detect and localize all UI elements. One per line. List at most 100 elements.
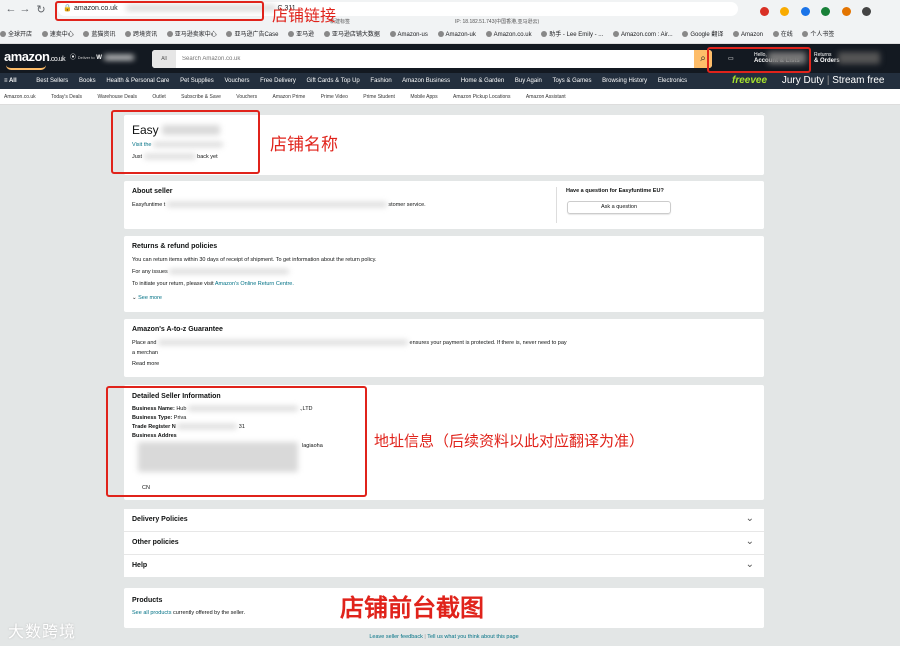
subnav-item[interactable]: Vouchers [236,94,257,100]
bookmark[interactable]: Amazon.co.uk [486,28,532,42]
extension-icon[interactable] [800,7,810,16]
bookmark[interactable]: Amazon-us [390,28,428,42]
chevron-down-icon: ⌄ [745,536,754,547]
nav-item[interactable]: Books [79,78,96,84]
bookmark[interactable]: 全球开店 [0,28,32,42]
deliver-redacted [103,55,134,60]
see-more-link: See more [138,295,162,301]
back-icon[interactable]: ← [4,3,18,15]
subnav-item[interactable]: Today's Deals [51,94,82,100]
bookmark[interactable]: Amazon-uk [438,28,476,42]
products-title: Products [132,597,163,604]
reload-icon[interactable]: ↻ [34,3,48,16]
bookmark[interactable]: 在线 [773,28,793,42]
divider [556,187,557,223]
see-all-products-link[interactable]: See all products [132,610,171,616]
nav-item[interactable]: Toys & Games [552,78,591,84]
subnav-item[interactable]: Warehouse Deals [97,94,137,100]
returns-orders[interactable]: Returns & Orders [814,52,840,64]
subnav-item[interactable]: Amazon Assistant [526,94,566,100]
bookmark[interactable]: 亚马逊广告Case [226,28,278,42]
nav-item[interactable]: Home & Garden [461,78,504,84]
nav-item[interactable]: Best Sellers [36,78,68,84]
bookmark[interactable]: 跨境资讯 [125,28,157,42]
logo-text: amazon [4,49,50,64]
subnav-item[interactable]: Subscribe & Save [181,94,221,100]
freevee-promo[interactable]: freevee Jury Duty | Stream free [732,73,884,89]
deliver-to[interactable]: ⦿ Deliver to W [70,52,134,61]
watermark: 大数跨境 [8,622,77,641]
nav-item[interactable]: Electronics [658,78,687,84]
amazon-logo[interactable]: amazon.co.uk [4,49,66,70]
guarantee-line-2: a merchan [132,350,158,356]
bookmark[interactable]: 个人书签 [802,28,834,42]
nav-item[interactable]: Browsing History [602,78,647,84]
returns-line-3: To initiate your return, please visit Am… [132,281,294,287]
location-pin-icon: ⦿ [70,55,77,61]
subnav-item[interactable]: Prime Video [321,94,348,100]
forward-icon[interactable]: → [18,3,32,15]
extension-icon[interactable] [841,7,851,16]
bookmark[interactable]: Google 翻译 [682,28,723,42]
bookmarks-bar: 全球开店 速卖中心 蓝猫资讯 跨境资讯 亚马逊卖家中心 亚马逊广告Case 亚马… [0,28,900,42]
subnav-item[interactable]: Prime Student [363,94,395,100]
read-more-link[interactable]: Read more [132,361,159,367]
returns-see-more[interactable]: ⌄ See more [132,295,162,301]
bookmark[interactable]: 亚马逊卖家中心 [167,28,217,42]
nav-item[interactable]: Free Delivery [260,78,296,84]
extension-icon[interactable] [780,7,790,16]
extension-icon[interactable] [821,7,831,16]
nav-item[interactable]: Health & Personal Care [106,78,169,84]
search-category-select[interactable]: All [152,50,176,68]
other-policies-row[interactable]: Other policies ⌄ [124,532,764,554]
bookmark[interactable]: 亚马逊 [288,28,314,42]
other-policies-label: Other policies [132,539,179,546]
footer-links: Leave seller feedback | Tell us what you… [369,634,519,640]
bookmark[interactable]: 助手 - Lee Emily - ... [541,28,603,42]
bookmark[interactable]: Amazon [733,28,763,42]
orders-line: & Orders [814,58,840,64]
ask-question-button[interactable]: Ask a question [567,201,671,214]
nav-item[interactable]: Amazon Business [402,78,450,84]
guarantee-title: Amazon's A-to-z Guarantee [132,326,223,333]
nav-item[interactable]: Vouchers [224,78,249,84]
return-centre-link[interactable]: Amazon's Online Return Centre. [215,281,294,287]
annotation-screenshot: 店铺前台截图 [340,594,484,622]
deliver-prefix: Deliver to [77,55,95,60]
about-seller-text: Easyfuntime t stomer service. [132,202,426,208]
products-line: See all products currently offered by th… [132,610,245,616]
nav-item[interactable]: Gift Cards & Top Up [307,78,360,84]
returns-line-2-text: For any issues [132,269,168,275]
logo-smile-icon [6,65,46,70]
extension-icon[interactable] [760,7,769,16]
subnav-item[interactable]: Outlet [152,94,165,100]
subnav-item[interactable]: Amazon Prime [273,94,306,100]
bookmark[interactable]: 蓝猫资讯 [83,28,115,42]
guarantee-redacted [158,340,408,345]
annotation-box-store-name [111,110,260,174]
nav-item[interactable]: Fashion [370,78,391,84]
returns-line-1: You can return items within 30 days of r… [132,257,377,263]
chevron-down-icon: ⌄ [745,559,754,570]
subnav-item[interactable]: Amazon Pickup Locations [453,94,511,100]
logo-suffix: .co.uk [49,56,66,63]
help-row[interactable]: Help ⌄ [124,555,764,577]
search-input[interactable] [180,50,680,68]
returns-line-3-prefix: To initiate your return, please visit [132,281,214,287]
products-text: currently offered by the seller. [172,610,246,616]
bookmark[interactable]: Amazon.com : Air... [613,28,673,42]
nav-all[interactable]: ≡ All [4,78,26,84]
bookmark[interactable]: 亚马逊店铺大数据 [324,28,380,42]
bookmark[interactable]: 速卖中心 [42,28,74,42]
annotation-address: 地址信息（后续资料以此对应翻译为准） [374,432,645,450]
tell-us-link[interactable]: Tell us what you think about this page [427,634,518,640]
nav-item[interactable]: Buy Again [515,78,542,84]
subnav-item[interactable]: Amazon.co.uk [4,94,36,100]
extension-icon[interactable] [862,7,872,16]
promo-show: Jury Duty [781,75,825,86]
nav-all-label: All [8,78,17,84]
nav-item[interactable]: Pet Supplies [180,78,214,84]
leave-feedback-link[interactable]: Leave seller feedback [369,634,423,640]
subnav-item[interactable]: Mobile Apps [410,94,437,100]
delivery-policies-row[interactable]: Delivery Policies ⌄ [124,509,764,531]
